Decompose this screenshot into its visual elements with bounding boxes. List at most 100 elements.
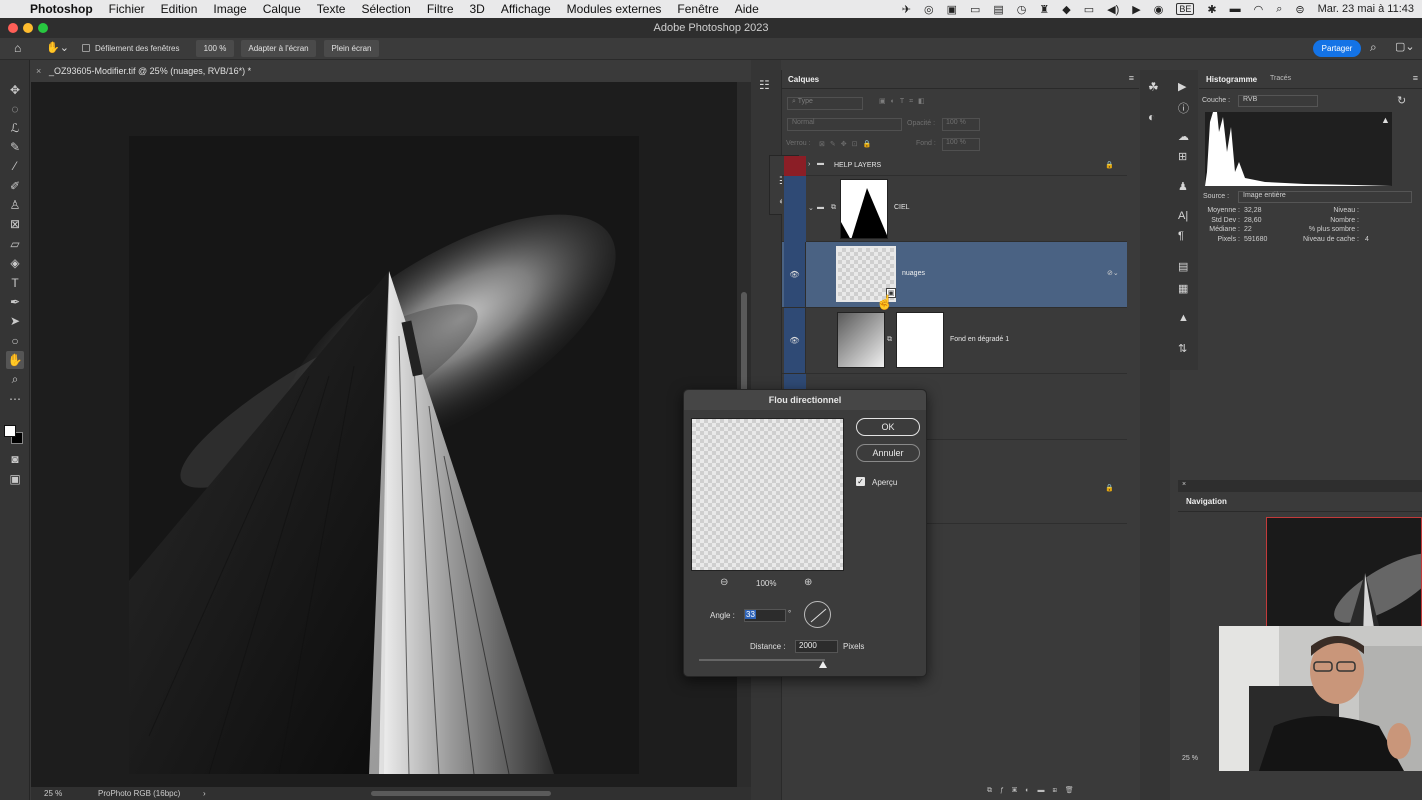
layer-row-ciel[interactable]: ⌄ ▬ ⧉ CIEL [782, 176, 1127, 242]
opacity-field[interactable]: 100 % [942, 118, 980, 131]
properties-icon[interactable]: ☷ [759, 78, 770, 92]
visibility-eye-icon[interactable]: 👁 [784, 308, 806, 373]
smart-filter-icon[interactable]: ⊘⌄ [1107, 269, 1119, 277]
menu-filtre[interactable]: Filtre [419, 2, 462, 16]
source-select[interactable]: Image entière [1238, 191, 1412, 203]
layer-name[interactable]: HELP LAYERS [834, 162, 881, 169]
quick-selection-tool-icon[interactable]: ✎ [6, 138, 24, 156]
battery-icon[interactable]: ▭ [970, 3, 980, 16]
layer-row-help-layers[interactable]: › ▬ HELP LAYERS 🔒 [782, 156, 1127, 176]
close-panel-icon[interactable]: × [1182, 481, 1186, 488]
menu-texte[interactable]: Texte [309, 2, 354, 16]
share-button[interactable]: Partager [1313, 40, 1361, 57]
artboard-icon[interactable]: ▤ [1178, 260, 1188, 273]
eraser-tool-icon[interactable]: ▱ [6, 235, 24, 253]
refresh-icon[interactable]: ↻ [1397, 94, 1406, 107]
minimize-window-button[interactable] [23, 23, 33, 33]
lock-icons[interactable]: ⊠✎✥⊡🔒 [819, 140, 876, 148]
close-window-button[interactable] [8, 23, 18, 33]
search-icon[interactable]: ⌕ [1370, 40, 1377, 55]
brush-tool-icon[interactable]: ✐ [6, 177, 24, 195]
adjustments-panel-icon[interactable]: ◐ [1148, 110, 1155, 124]
tab-navigation[interactable]: Navigation [1186, 497, 1227, 506]
ellipse-tool-icon[interactable]: ○ [6, 332, 24, 350]
tab-histogramme[interactable]: Histogramme [1206, 75, 1257, 84]
move-tool-icon[interactable]: ✥ [6, 81, 24, 99]
menu-aide[interactable]: Aide [727, 2, 767, 16]
home-icon[interactable]: ⌂ [14, 41, 21, 55]
binoculars-icon[interactable]: ♜ [1039, 3, 1049, 16]
type-tool-icon[interactable]: T [6, 274, 24, 292]
layer-name[interactable]: nuages [902, 270, 925, 277]
fill-field[interactable]: 100 % [942, 138, 980, 151]
3d-icon[interactable]: ▲ [1178, 312, 1189, 324]
layer-row-fond-degrade[interactable]: 👁 ⧉ Fond en dégradé 1 [782, 308, 1127, 374]
lock-icon[interactable]: 🔒 [1105, 161, 1114, 169]
zoom-100-button[interactable]: 100 % [196, 40, 234, 57]
dropbox-icon[interactable]: ◆ [1062, 3, 1070, 16]
blend-mode-select[interactable]: Normal [787, 118, 902, 131]
airdrop-icon[interactable]: ◉ [1154, 3, 1164, 16]
paint-bucket-tool-icon[interactable]: ◈ [6, 254, 24, 272]
control-center-icon[interactable]: ⊜ [1295, 3, 1304, 16]
panel-menu-icon[interactable]: ≡ [1413, 73, 1418, 83]
preview-checkbox[interactable]: ✓ [856, 477, 865, 486]
layer-row-nuages[interactable]: 👁 ▣ nuages ⊘⌄ [782, 242, 1127, 308]
angle-field[interactable]: 33 [744, 609, 786, 622]
tab-traces[interactable]: Tracés [1270, 75, 1291, 82]
path-selection-tool-icon[interactable]: ➤ [6, 312, 24, 330]
layer-name[interactable]: CIEL [894, 204, 910, 211]
battery-level-icon[interactable]: ▬ [1230, 3, 1241, 15]
zoom-out-icon[interactable]: ⊖ [720, 577, 728, 588]
gradient-mask-thumbnail[interactable] [896, 312, 944, 368]
ok-button[interactable]: OK [856, 418, 920, 436]
character-icon[interactable]: A| [1178, 210, 1188, 222]
pen-tool-icon[interactable]: ✒ [6, 293, 24, 311]
time-machine-icon[interactable]: ◷ [1017, 3, 1027, 16]
color-panel-icon[interactable]: ☘ [1148, 80, 1159, 94]
panel-menu-icon[interactable]: ≡ [1129, 73, 1134, 83]
visibility-eye-icon[interactable]: 👁 [784, 242, 806, 307]
menu-image[interactable]: Image [205, 2, 254, 16]
distance-slider-handle[interactable] [819, 661, 827, 668]
document-tab[interactable]: × _OZ93605-Modifier.tif @ 25% (nuages, R… [31, 60, 751, 82]
full-screen-button[interactable]: Plein écran [324, 40, 379, 57]
channel-select[interactable]: RVB [1238, 95, 1318, 107]
lock-icon[interactable]: 🔒 [1105, 484, 1114, 492]
quick-mask-icon[interactable]: ◙ [6, 450, 24, 468]
tab-calques[interactable]: Calques [788, 75, 819, 84]
scroll-all-checkbox[interactable] [82, 44, 90, 52]
layer-name[interactable]: Fond en dégradé 1 [950, 336, 1009, 343]
gradient-thumbnail[interactable] [837, 312, 885, 368]
hand-tool-preset-icon[interactable]: ✋⌄ [46, 41, 69, 54]
foreground-color-swatch[interactable] [4, 425, 16, 437]
horizontal-scroll-thumb[interactable] [371, 791, 551, 796]
menu-fichier[interactable]: Fichier [101, 2, 153, 16]
screen-mode-icon[interactable]: ▣ [6, 470, 24, 488]
menu-edition[interactable]: Edition [153, 2, 206, 16]
clock[interactable]: Mar. 23 mai à 11:43 [1318, 3, 1414, 15]
creative-cloud-icon[interactable]: ◎ [924, 3, 934, 16]
swatches-icon[interactable]: ⊞ [1178, 150, 1187, 163]
menu-fenetre[interactable]: Fenêtre [669, 2, 726, 16]
warning-icon[interactable]: ▲ [1381, 115, 1390, 125]
notes-icon[interactable]: ▦ [1178, 282, 1188, 295]
status-expand-icon[interactable]: › [203, 787, 206, 800]
document-image[interactable] [129, 136, 639, 774]
bluetooth-icon[interactable]: ✱ [1207, 3, 1216, 16]
layer-panel-footer-icons[interactable]: ⧉ƒ▣◐▬⊞🗑 [987, 786, 1082, 795]
ellipse-marquee-tool-icon[interactable]: ◌ [6, 100, 24, 118]
angle-dial[interactable] [804, 601, 831, 628]
menu-affichage[interactable]: Affichage [493, 2, 559, 16]
close-document-icon[interactable]: × [36, 60, 41, 82]
play-icon[interactable]: ▶ [1132, 3, 1140, 16]
menu-selection[interactable]: Sélection [353, 2, 418, 16]
preview-canvas[interactable] [691, 418, 844, 571]
more-tools-icon[interactable]: ⋯ [6, 390, 24, 408]
distance-field[interactable]: 2000 [795, 640, 838, 653]
menu-calque[interactable]: Calque [255, 2, 309, 16]
mask-link-icon[interactable]: ⧉ [887, 336, 892, 344]
mask-link-icon[interactable]: ⧉ [831, 204, 836, 212]
distance-slider-track[interactable] [699, 659, 825, 661]
menu-3d[interactable]: 3D [462, 2, 493, 16]
